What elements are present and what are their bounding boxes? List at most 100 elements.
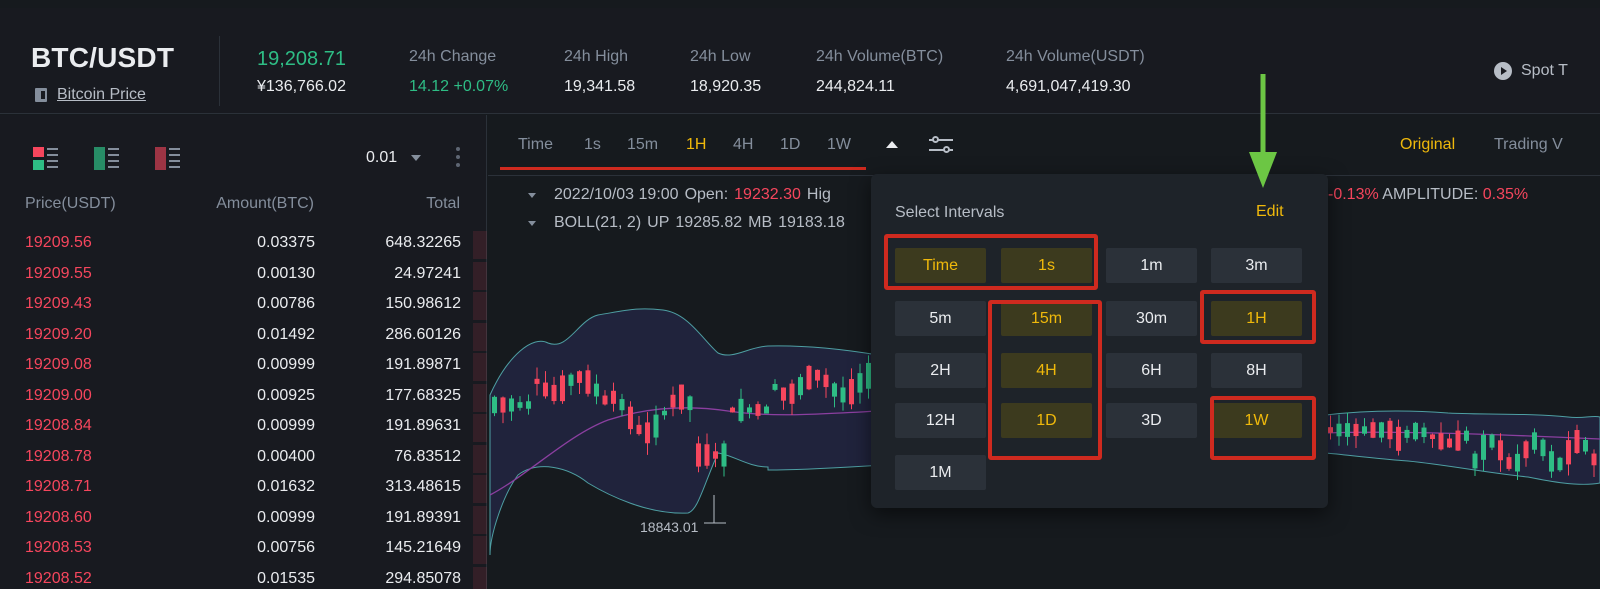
interval-option-2h[interactable]: 2H	[895, 353, 986, 388]
ohlc-open-label: Open:	[684, 186, 729, 203]
orderbook-row[interactable]: 19208.78 0.00400 76.83512	[0, 444, 487, 475]
interval-option-3m[interactable]: 3m	[1211, 248, 1302, 283]
spot-tutorial-link[interactable]: Spot T	[1494, 62, 1568, 80]
interval-option-8h[interactable]: 8H	[1211, 353, 1302, 388]
interval-option-1w[interactable]: 1W	[1211, 403, 1302, 438]
depth-bar	[473, 261, 487, 290]
depth-bar	[473, 505, 487, 534]
ask-total: 648.32265	[385, 234, 461, 251]
orderbook-row[interactable]: 19209.55 0.00130 24.97241	[0, 261, 487, 292]
candle-down	[849, 379, 854, 405]
spot-tutorial-label: Spot T	[1521, 62, 1568, 79]
interval-option-1h[interactable]: 1H	[1211, 301, 1302, 336]
ohlc-date: 2022/10/03 19:00	[554, 186, 679, 203]
ask-total: 191.89871	[385, 356, 461, 373]
candle-down	[636, 424, 642, 435]
ask-amount: 0.00999	[257, 356, 315, 373]
ask-total: 286.60126	[385, 325, 461, 343]
boll-up-value: 19285.82	[675, 214, 743, 231]
interval-option-15m[interactable]: 15m	[1001, 301, 1092, 336]
candle-up	[594, 383, 599, 397]
collapse-icon[interactable]	[528, 220, 536, 226]
candle-down	[670, 394, 676, 408]
interval-option-1m[interactable]: 1M	[895, 455, 986, 490]
candle-down	[1455, 430, 1461, 451]
candle-down	[713, 451, 718, 459]
bitcoin-price-link[interactable]: Bitcoin Price	[57, 86, 146, 104]
annotation-arrow-icon	[1249, 74, 1277, 188]
depth-bar	[473, 444, 487, 473]
stat-label: 24h Volume(BTC)	[816, 48, 944, 65]
candle-up	[747, 407, 752, 413]
depth-bar	[473, 536, 487, 564]
ask-total: 76.83512	[394, 447, 461, 465]
candle-down	[1591, 453, 1597, 466]
boll-mb-label: MB	[748, 214, 773, 231]
collapse-icon[interactable]	[528, 192, 536, 198]
candle-down	[704, 444, 710, 466]
stat-value: 4,691,047,419.30	[1006, 78, 1131, 95]
ask-price: 19209.55	[25, 264, 92, 282]
precision-select[interactable]: 0.01	[366, 149, 422, 167]
interval-option-5m[interactable]: 5m	[895, 301, 986, 336]
ask-price: 19208.84	[25, 417, 92, 434]
orderbook-row[interactable]: 19208.84 0.00999 191.89631	[0, 413, 487, 444]
orderbook-row[interactable]: 19209.56 0.03375 648.32265	[0, 230, 487, 261]
candle-up	[1472, 453, 1478, 469]
orderbook-both-mode-icon[interactable]	[33, 147, 59, 171]
candle-down	[730, 407, 735, 413]
boll-mb-value: 19183.18	[778, 214, 845, 231]
candle-down	[679, 384, 684, 410]
interval-option-time[interactable]: Time	[895, 248, 986, 283]
ask-price: 19208.78	[25, 447, 92, 465]
ask-amount: 0.00756	[257, 539, 315, 556]
interval-option-1s[interactable]: 1s	[1001, 248, 1092, 283]
ask-amount: 0.01632	[257, 478, 315, 495]
ask-rows: 19209.56 0.03375 648.32265 19209.55 0.00130 2…	[0, 230, 487, 589]
amplitude-label: AMPLITUDE:	[1382, 186, 1479, 203]
candle-up	[1464, 430, 1469, 441]
interval-option-30m[interactable]: 30m	[1106, 301, 1197, 336]
orderbook-row[interactable]: 19208.53 0.00756 145.21649	[0, 535, 487, 566]
candle-down	[823, 374, 829, 388]
ask-amount: 0.00786	[257, 295, 315, 312]
ohlc-change-value: -0.13%	[1328, 186, 1379, 203]
candle-down	[577, 371, 582, 383]
interval-option-12h[interactable]: 12H	[895, 403, 986, 438]
more-options-icon[interactable]	[456, 147, 460, 171]
orderbook-asks-mode-icon[interactable]	[155, 147, 181, 171]
ask-amount: 0.03375	[257, 234, 315, 251]
ask-price: 19209.20	[25, 325, 92, 343]
candle-up	[1481, 434, 1486, 460]
pair-title: BTC/USDT	[31, 42, 175, 73]
candle-down	[543, 382, 548, 397]
candle-up	[1421, 427, 1427, 438]
orderbook-row[interactable]: 19209.20 0.01492 286.60126	[0, 322, 487, 353]
edit-intervals-button[interactable]: Edit	[1256, 203, 1284, 221]
column-header-total: Total	[426, 195, 460, 212]
orderbook-bids-mode-icon[interactable]	[94, 147, 120, 171]
candle-up	[1557, 457, 1563, 471]
orderbook-row[interactable]: 19209.00 0.00925 177.68325	[0, 383, 487, 414]
candle-up	[1345, 423, 1350, 437]
candle-up	[1540, 439, 1546, 457]
orderbook-row[interactable]: 19209.08 0.00999 191.89871	[0, 352, 487, 383]
candle-up	[764, 406, 769, 414]
orderbook-row[interactable]: 19208.60 0.00999 191.89391	[0, 505, 487, 536]
candle-down	[1353, 423, 1359, 437]
interval-option-1m[interactable]: 1m	[1106, 248, 1197, 283]
interval-option-3d[interactable]: 3D	[1106, 403, 1197, 438]
ask-total: 177.68325	[385, 386, 461, 404]
header-divider	[219, 36, 220, 106]
candle-down	[1396, 426, 1401, 451]
orderbook-row[interactable]: 19209.43 0.00786 150.98612	[0, 291, 487, 322]
precision-value: 0.01	[366, 149, 398, 166]
candle-down	[560, 375, 565, 402]
orderbook-row[interactable]: 19208.71 0.01632 313.48615	[0, 474, 487, 505]
interval-option-1d[interactable]: 1D	[1001, 403, 1092, 438]
ask-price: 19209.00	[25, 386, 92, 404]
interval-option-6h[interactable]: 6H	[1106, 353, 1197, 388]
candle-down	[534, 378, 540, 384]
orderbook-row[interactable]: 19208.52 0.01535 294.85078	[0, 566, 487, 589]
interval-option-4h[interactable]: 4H	[1001, 353, 1092, 388]
